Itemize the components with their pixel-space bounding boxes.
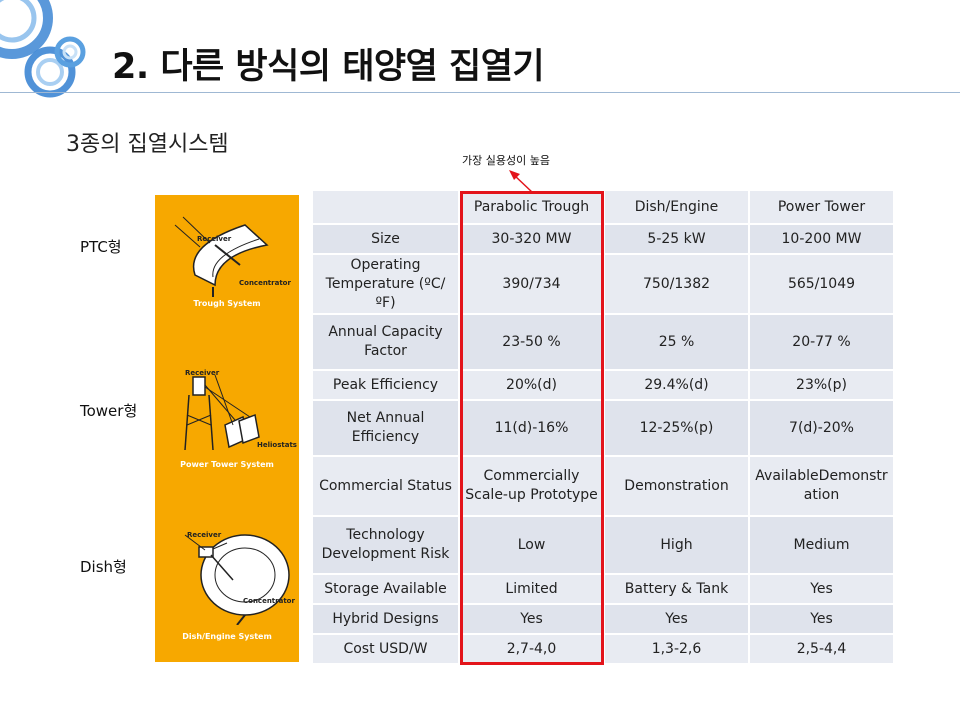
row-label: Peak Efficiency xyxy=(313,371,460,401)
table-row: Peak Efficiency 20%(d) 29.4%(d) 23%(p) xyxy=(313,371,895,401)
table-row: Storage Available Limited Battery & Tank… xyxy=(313,575,895,605)
table-cell: 7(d)-20% xyxy=(750,401,895,457)
tower-caption: Power Tower System xyxy=(180,460,274,469)
dish-concentrator-label: Concentrator xyxy=(243,597,295,605)
tower-system-illustration: Receiver Heliostats xyxy=(184,369,297,451)
table-cell: Yes xyxy=(605,605,750,635)
row-label: Operating Temperature (ºC/ºF) xyxy=(313,255,460,315)
row-label: Net Annual Efficiency xyxy=(313,401,460,457)
table-header-row: Parabolic Trough Dish/Engine Power Tower xyxy=(313,191,895,225)
system-label-dish: Dish형 xyxy=(80,558,127,576)
header-cell-empty xyxy=(313,191,460,225)
row-label: Technology Development Risk xyxy=(313,517,460,575)
table-cell: 2,5-4,4 xyxy=(750,635,895,665)
table-cell: 750/1382 xyxy=(605,255,750,315)
table-cell: 23%(p) xyxy=(750,371,895,401)
table-cell: 10-200 MW xyxy=(750,225,895,255)
table-cell: Medium xyxy=(750,517,895,575)
table-row: Size 30-320 MW 5-25 kW 10-200 MW xyxy=(313,225,895,255)
tower-receiver-label: Receiver xyxy=(185,369,220,377)
table-row: Net Annual Efficiency 11(d)-16% 12-25%(p… xyxy=(313,401,895,457)
row-label: Hybrid Designs xyxy=(313,605,460,635)
table-cell: 1,3-2,6 xyxy=(605,635,750,665)
table-row: Hybrid Designs Yes Yes Yes xyxy=(313,605,895,635)
title-divider xyxy=(0,92,960,93)
dish-receiver-label: Receiver xyxy=(187,531,222,539)
table-row: Technology Development Risk Low High Med… xyxy=(313,517,895,575)
trough-caption: Trough System xyxy=(193,299,261,308)
table-row: Cost USD/W 2,7-4,0 1,3-2,6 2,5-4,4 xyxy=(313,635,895,665)
row-label: Storage Available xyxy=(313,575,460,605)
dish-system-illustration: Receiver Concentrator xyxy=(184,531,295,625)
slide-title: 2. 다른 방식의 태양열 집열기 xyxy=(112,47,545,87)
table-cell: 20-77 % xyxy=(750,315,895,371)
table-cell: 5-25 kW xyxy=(605,225,750,255)
row-label: Size xyxy=(313,225,460,255)
table-row: Commercial Status Commercially Scale-up … xyxy=(313,457,895,517)
table-cell: 565/1049 xyxy=(750,255,895,315)
comparison-table: Parabolic Trough Dish/Engine Power Tower… xyxy=(313,191,895,665)
illustration-panel: Receiver Concentrator Trough System Rece… xyxy=(155,195,299,662)
table-cell: 25 % xyxy=(605,315,750,371)
table-cell: 12-25%(p) xyxy=(605,401,750,457)
table-cell: Yes xyxy=(750,575,895,605)
table-row: Operating Temperature (ºC/ºF) 390/734 75… xyxy=(313,255,895,315)
table-row: Annual Capacity Factor 23-50 % 25 % 20-7… xyxy=(313,315,895,371)
table-cell: AvailableDemonstration xyxy=(750,457,895,517)
table-cell: 29.4%(d) xyxy=(605,371,750,401)
row-label: Cost USD/W xyxy=(313,635,460,665)
slide-subtitle: 3종의 집열시스템 xyxy=(66,132,229,157)
system-label-tower: Tower형 xyxy=(80,402,138,420)
decorative-circles xyxy=(0,0,86,98)
trough-receiver-label: Receiver xyxy=(197,235,232,243)
row-label: Annual Capacity Factor xyxy=(313,315,460,371)
table-cell: Battery & Tank xyxy=(605,575,750,605)
table-cell: High xyxy=(605,517,750,575)
dish-caption: Dish/Engine System xyxy=(182,632,272,641)
row-label: Commercial Status xyxy=(313,457,460,517)
trough-system-illustration: Receiver Concentrator xyxy=(174,216,291,297)
parabolic-trough-highlight-box xyxy=(460,191,604,665)
table-cell: Demonstration xyxy=(605,457,750,517)
system-label-ptc: PTC형 xyxy=(80,238,122,256)
tower-heliostats-label: Heliostats xyxy=(257,441,297,449)
header-cell: Power Tower xyxy=(750,191,895,225)
table-cell: Yes xyxy=(750,605,895,635)
header-cell: Dish/Engine xyxy=(605,191,750,225)
trough-concentrator-label: Concentrator xyxy=(239,279,291,287)
